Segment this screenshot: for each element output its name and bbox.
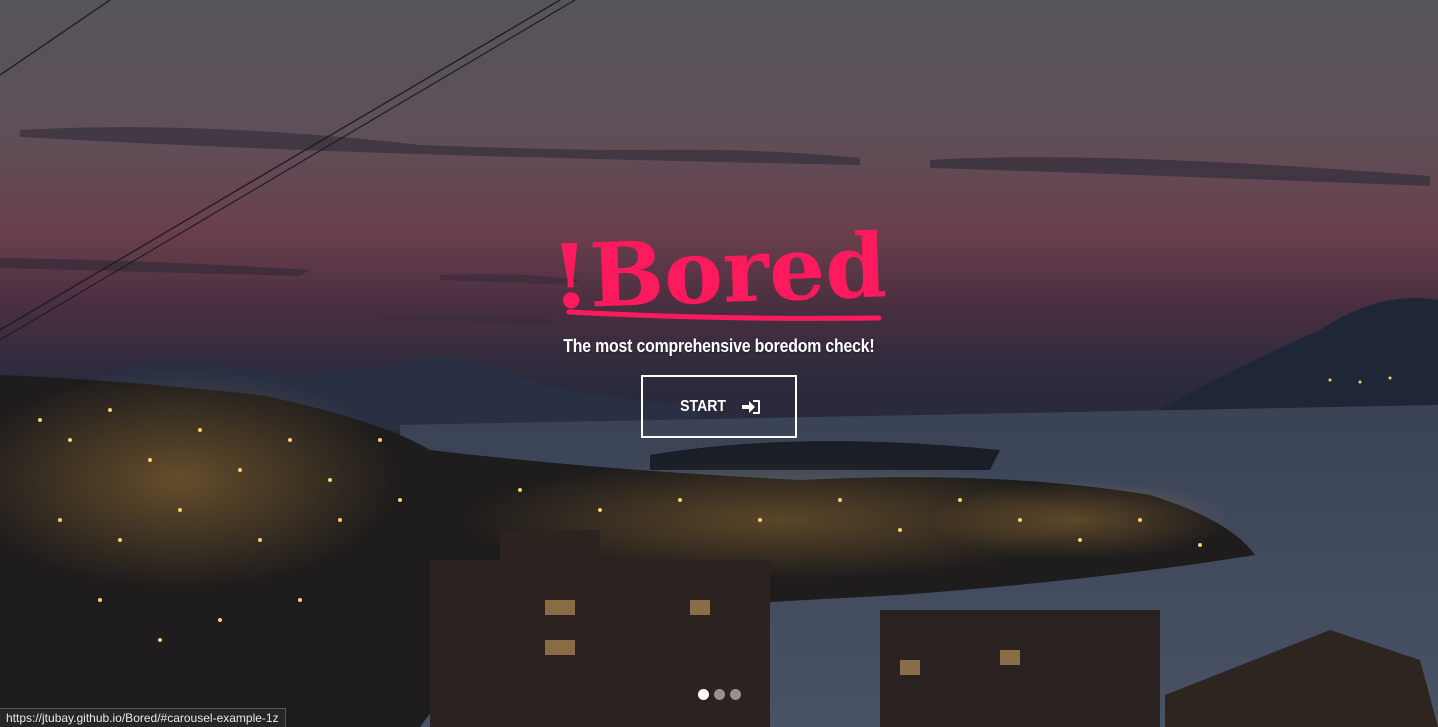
browser-status-bar: https://jtubay.github.io/Bored/#carousel…: [0, 708, 286, 727]
start-button[interactable]: START: [641, 375, 797, 438]
hero-carousel: !Bored The most comprehensive boredom ch…: [0, 0, 1438, 727]
carousel-indicator-3[interactable]: [729, 689, 741, 700]
carousel-indicators: [0, 689, 1438, 700]
carousel-indicator-1[interactable]: [697, 689, 709, 700]
carousel-indicator-2[interactable]: [713, 689, 725, 700]
sign-in-icon: [742, 399, 761, 414]
bored-logo: !Bored: [549, 220, 888, 329]
tagline: The most comprehensive boredom check!: [563, 336, 875, 356]
hero-content: !Bored The most comprehensive boredom ch…: [0, 220, 1438, 438]
start-button-label: START: [680, 397, 726, 415]
